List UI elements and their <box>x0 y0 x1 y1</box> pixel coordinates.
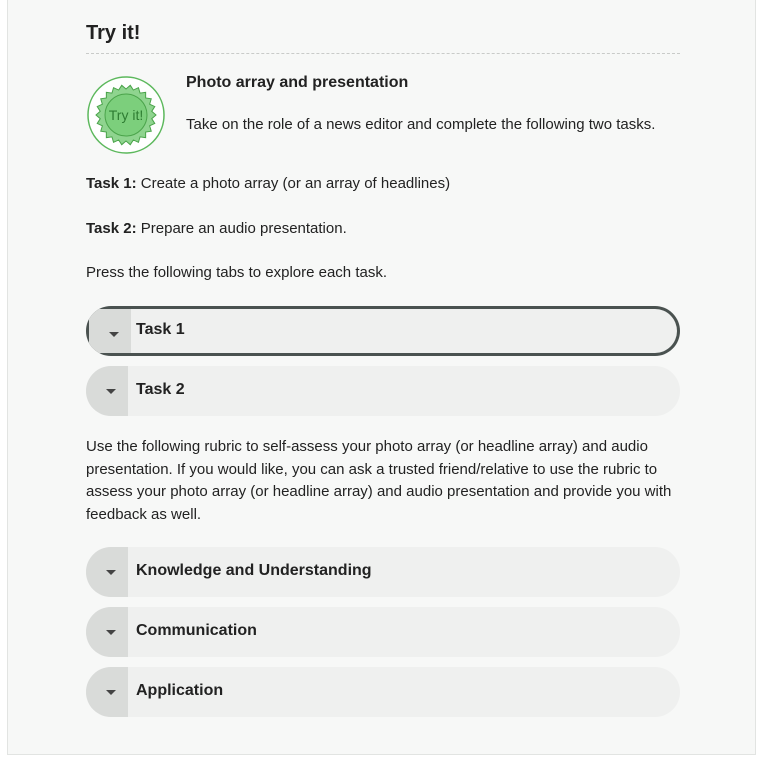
task-1-description: Task 1: Create a photo array (or an arra… <box>86 173 450 196</box>
expand-toggle[interactable] <box>86 366 128 416</box>
chevron-down-icon <box>106 570 116 575</box>
section-heading: Try it! <box>86 22 680 54</box>
activity-panel: Try it! Try it! Photo array and presenta… <box>7 0 756 755</box>
chevron-down-icon <box>106 389 116 394</box>
task-2-text: Prepare an audio presentation. <box>136 220 347 237</box>
accordion-knowledge-understanding[interactable]: Knowledge and Understanding <box>86 547 680 597</box>
accordion-task-1[interactable]: Task 1 <box>86 306 680 356</box>
chevron-down-icon <box>106 690 116 695</box>
accordion-label: Communication <box>136 622 257 639</box>
accordion-label: Task 2 <box>136 381 185 398</box>
task-1-text: Create a photo array (or an array of hea… <box>136 175 451 192</box>
accordion-task-2[interactable]: Task 2 <box>86 366 680 416</box>
task-2-description: Task 2: Prepare an audio presentation. <box>86 218 347 241</box>
accordion-communication[interactable]: Communication <box>86 607 680 657</box>
accordion-label: Knowledge and Understanding <box>136 562 372 579</box>
intro-text: Take on the role of a news editor and co… <box>186 116 656 133</box>
try-it-badge-icon: Try it! <box>87 76 165 154</box>
task-1-label: Task 1: <box>86 175 137 192</box>
task-2-label: Task 2: <box>86 220 137 237</box>
accordion-label: Task 1 <box>136 321 185 338</box>
expand-toggle[interactable] <box>89 309 131 353</box>
badge-text: Try it! <box>109 107 143 123</box>
intro-title: Photo array and presentation <box>186 74 409 91</box>
instruction-text: Press the following tabs to explore each… <box>86 264 387 281</box>
expand-toggle[interactable] <box>86 667 128 717</box>
expand-toggle[interactable] <box>86 547 128 597</box>
accordion-label: Application <box>136 682 224 699</box>
rubric-text: Use the following rubric to self-assess … <box>86 438 672 523</box>
accordion-application[interactable]: Application <box>86 667 680 717</box>
chevron-down-icon <box>106 630 116 635</box>
expand-toggle[interactable] <box>86 607 128 657</box>
chevron-down-icon <box>109 332 119 337</box>
